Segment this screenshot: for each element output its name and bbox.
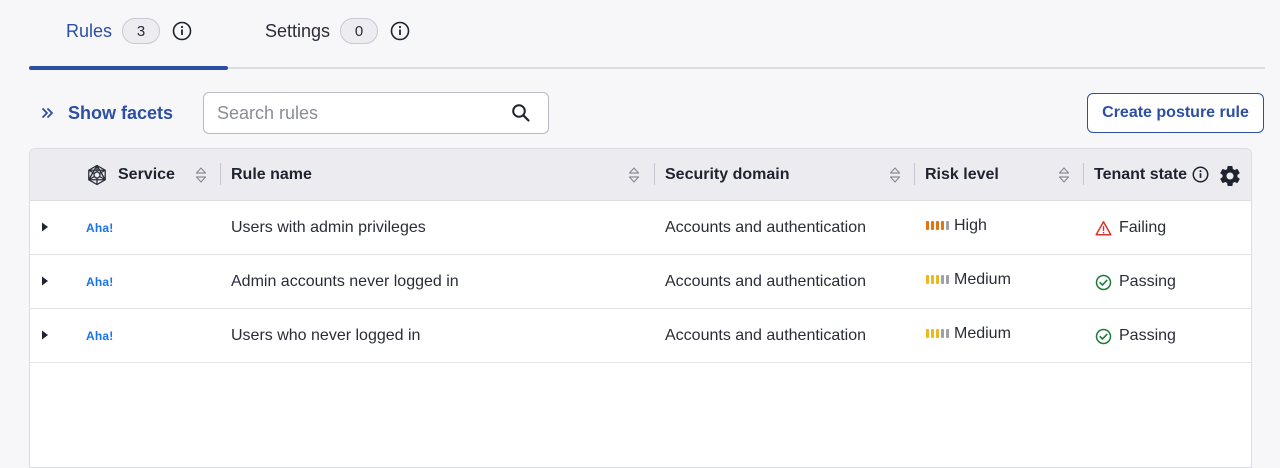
column-divider — [914, 163, 915, 185]
caret-right-icon[interactable] — [40, 221, 50, 233]
caret-right-icon[interactable] — [40, 275, 50, 287]
tenant-state-cell: Passing — [1095, 309, 1176, 363]
table-header: Service Rule name Security domain Risk l… — [30, 149, 1251, 201]
search-box — [203, 92, 549, 134]
search-icon[interactable] — [511, 103, 531, 123]
tab-settings-label: Settings — [265, 20, 331, 41]
sort-icon[interactable] — [1058, 165, 1070, 185]
info-icon[interactable] — [390, 21, 410, 41]
risk-level-label: High — [954, 217, 987, 234]
security-domain-cell: Accounts and authentication — [665, 273, 867, 290]
service-logo: Aha! — [86, 275, 114, 289]
column-header-service[interactable]: Service — [118, 149, 175, 201]
tab-settings[interactable]: Settings 0 — [265, 17, 410, 45]
table-row[interactable]: Aha! Users who never logged in Accounts … — [30, 309, 1251, 363]
tab-rules-label: Rules — [66, 20, 113, 41]
tenant-state-label: Passing — [1119, 273, 1176, 290]
security-domain-cell: Accounts and authentication — [665, 327, 867, 344]
tenant-state-cell: Failing — [1095, 201, 1166, 255]
risk-level-bars — [926, 220, 949, 230]
column-divider — [1083, 163, 1084, 185]
column-divider — [654, 163, 655, 185]
create-posture-rule-button[interactable]: Create posture rule — [1087, 93, 1264, 133]
service-logo: Aha! — [86, 221, 114, 235]
caret-right-icon[interactable] — [40, 329, 50, 341]
info-icon[interactable] — [1192, 166, 1209, 183]
check-circle-icon — [1095, 328, 1112, 345]
tenant-state-label: Failing — [1119, 219, 1167, 236]
service-logo: Aha! — [86, 329, 114, 343]
sort-icon[interactable] — [195, 165, 207, 185]
search-input[interactable] — [204, 102, 511, 124]
warning-triangle-icon — [1095, 220, 1112, 237]
sort-icon[interactable] — [628, 165, 640, 185]
rule-name-cell: Users who never logged in — [231, 327, 421, 344]
column-header-tenant-state[interactable]: Tenant state — [1094, 149, 1187, 201]
column-header-risk-level[interactable]: Risk level — [925, 149, 999, 201]
security-domain-cell: Accounts and authentication — [665, 219, 867, 236]
tenant-state-label: Passing — [1119, 327, 1176, 344]
column-header-security-domain[interactable]: Security domain — [665, 149, 789, 201]
risk-level-cell: Medium — [926, 307, 1011, 361]
show-facets-label: Show facets — [68, 102, 174, 123]
show-facets-button[interactable]: Show facets — [40, 92, 173, 134]
active-tab-indicator — [29, 66, 228, 70]
tenant-state-cell: Passing — [1095, 255, 1176, 309]
sort-icon[interactable] — [889, 165, 901, 185]
tab-bar: Rules 3 Settings 0 — [29, 0, 1265, 70]
risk-level-label: Medium — [954, 271, 1011, 288]
risk-level-cell: Medium — [926, 253, 1011, 307]
double-chevron-right-icon — [40, 105, 56, 121]
risk-level-bars — [926, 328, 949, 338]
tab-settings-count: 0 — [340, 18, 379, 44]
rule-name-cell: Users with admin privileges — [231, 219, 426, 236]
risk-level-cell: High — [926, 199, 987, 253]
risk-level-bars — [926, 274, 949, 284]
toolbar: Show facets Create posture rule — [0, 92, 1280, 134]
table-row[interactable]: Aha! Users with admin privileges Account… — [30, 201, 1251, 255]
tab-rules-count: 3 — [122, 18, 161, 44]
info-icon[interactable] — [172, 21, 192, 41]
table-row[interactable]: Aha! Admin accounts never logged in Acco… — [30, 255, 1251, 309]
rule-name-cell: Admin accounts never logged in — [231, 273, 459, 290]
check-circle-icon — [1095, 274, 1112, 291]
column-divider — [220, 163, 221, 185]
gear-icon[interactable] — [1218, 164, 1242, 188]
rules-table: Service Rule name Security domain Risk l… — [29, 148, 1252, 468]
column-header-rule-name[interactable]: Rule name — [231, 149, 312, 201]
tab-rules[interactable]: Rules 3 — [66, 17, 192, 45]
risk-level-label: Medium — [954, 325, 1011, 342]
network-icon — [86, 164, 108, 186]
